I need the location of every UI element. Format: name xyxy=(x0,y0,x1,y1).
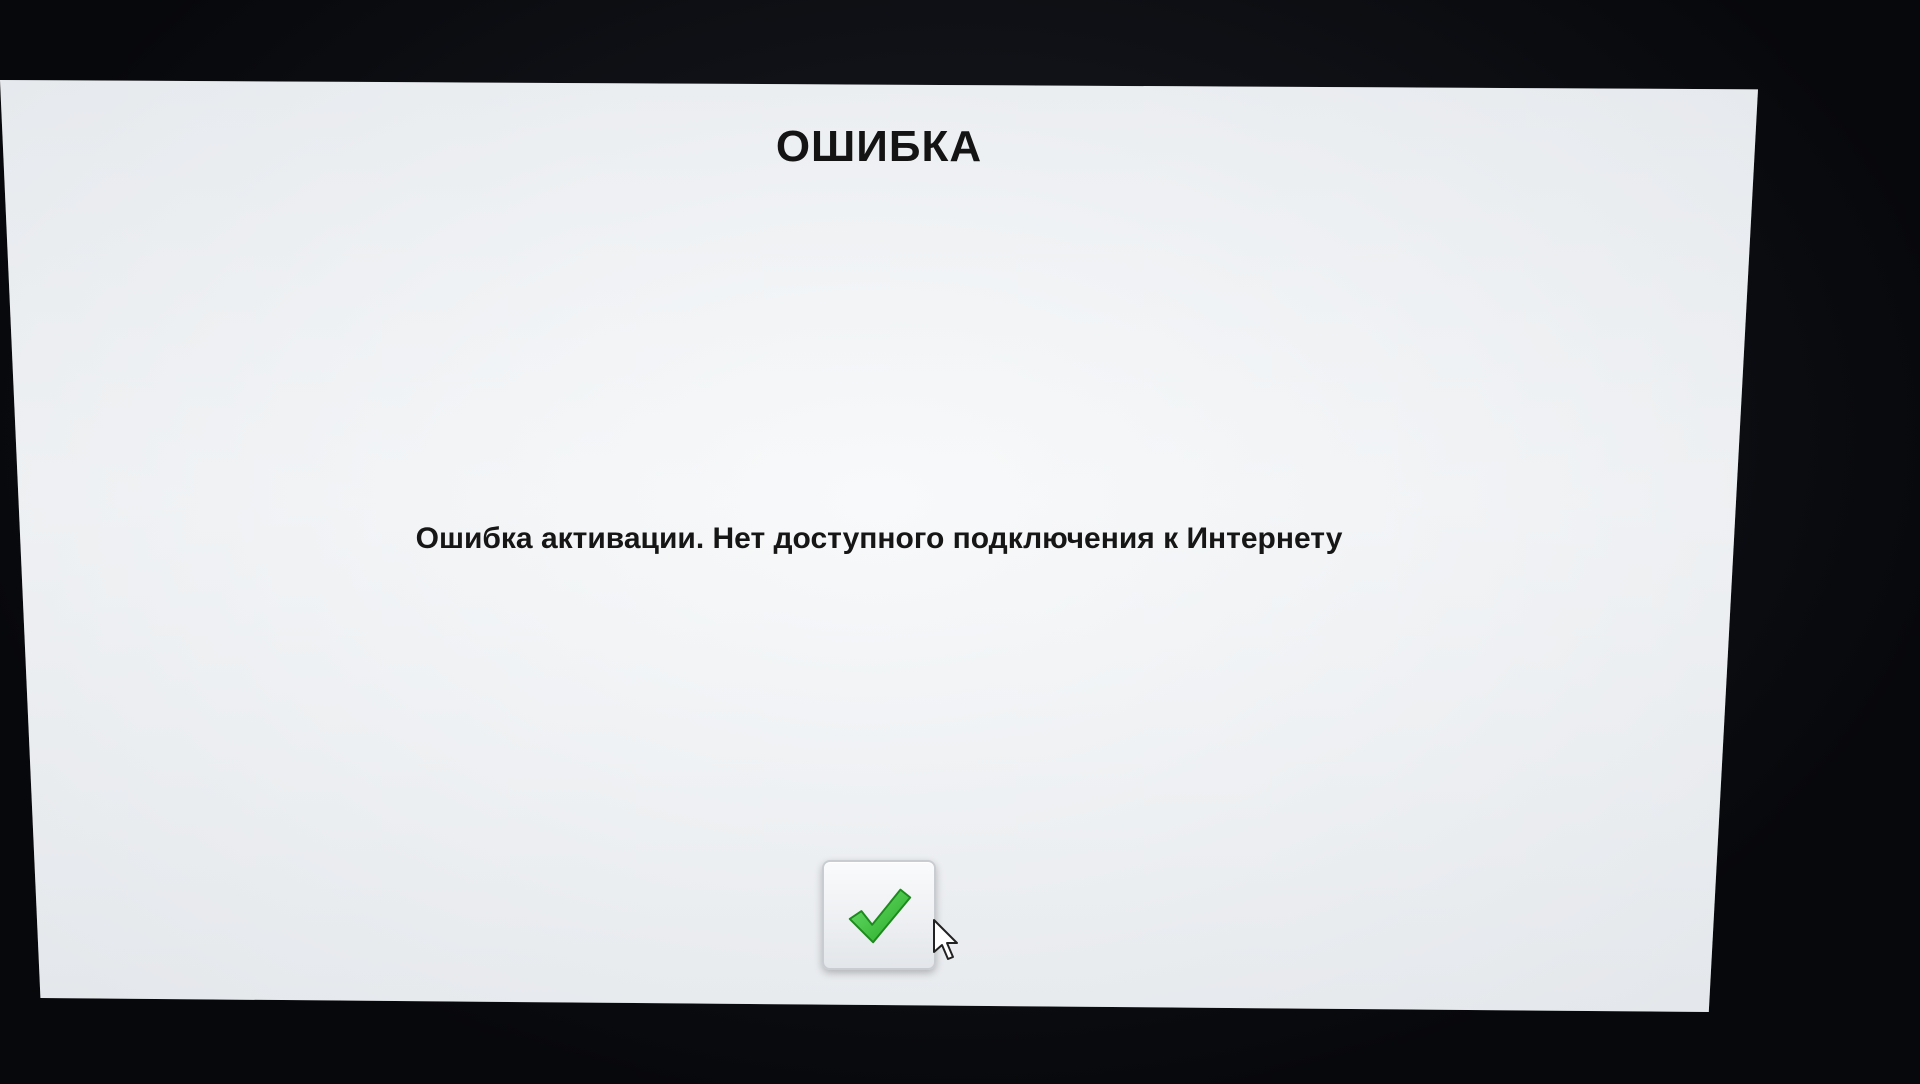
cursor-arrow-icon xyxy=(933,919,958,960)
checkmark-icon xyxy=(848,888,912,944)
error-dialog: ОШИБКА Ошибка активации. Нет доступного … xyxy=(0,80,1758,1012)
confirm-button[interactable] xyxy=(822,860,936,970)
error-message: Ошибка активации. Нет доступного подключ… xyxy=(415,522,1343,555)
dialog-title: ОШИБКА xyxy=(775,122,983,171)
